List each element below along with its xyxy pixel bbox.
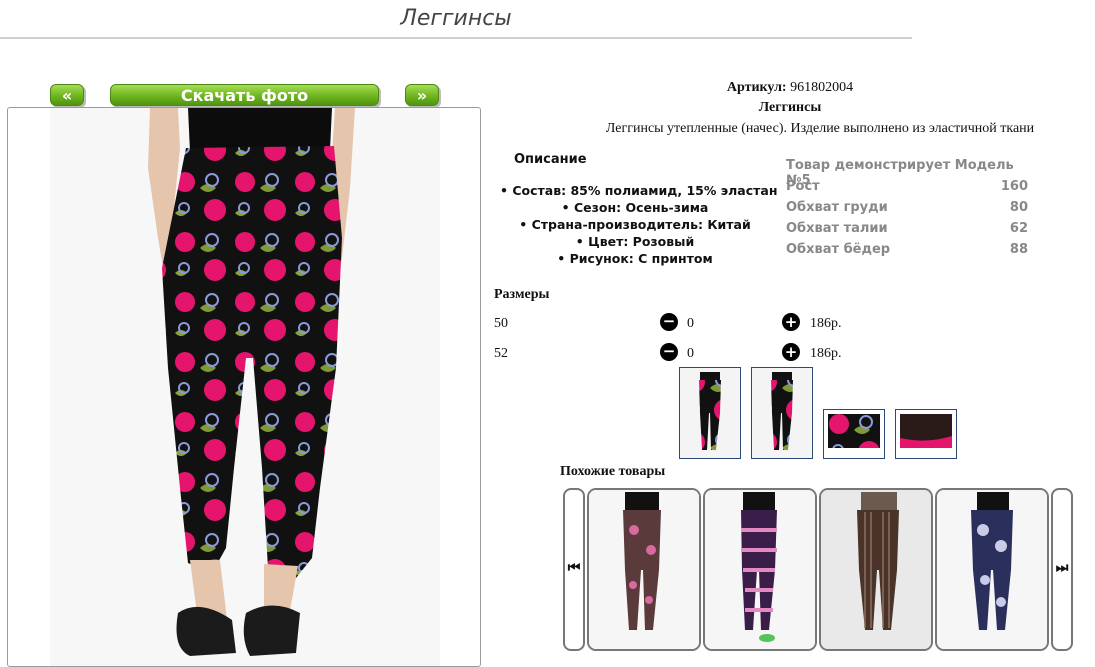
model-row-value: 88 bbox=[1009, 242, 1028, 257]
model-caption: Товар демонстрирует Модель №5 bbox=[786, 158, 1028, 188]
model-row-value: 62 bbox=[1009, 221, 1028, 236]
model-row-label: Обхват талии bbox=[786, 221, 888, 236]
carousel-prev-button[interactable]: ⏮ bbox=[563, 488, 585, 651]
next-photo-button[interactable]: » bbox=[405, 84, 439, 106]
skip-forward-icon: ⏭ bbox=[1055, 560, 1069, 576]
description-item: • Состав: 85% полиамид, 15% эластан bbox=[500, 183, 778, 198]
model-row-label: Рост bbox=[786, 179, 820, 194]
minus-circle-icon[interactable]: − bbox=[660, 313, 678, 331]
model-row: Обхват бёдер 88 bbox=[786, 242, 1028, 263]
sizes-heading: Размеры bbox=[494, 287, 550, 302]
similar-products-heading: Похожие товары bbox=[560, 464, 666, 479]
product-main-photo[interactable] bbox=[50, 108, 440, 667]
prev-photo-button[interactable]: « bbox=[50, 84, 84, 106]
plus-circle-icon[interactable]: + bbox=[782, 313, 800, 331]
similar-product-image bbox=[589, 490, 699, 649]
skip-back-icon: ⏮ bbox=[567, 560, 581, 576]
description-heading: Описание bbox=[514, 152, 587, 167]
sku-value: 961802004 bbox=[790, 80, 854, 95]
minus-circle-icon[interactable]: − bbox=[660, 343, 678, 361]
photo-thumbnail[interactable] bbox=[823, 409, 885, 459]
similar-product-image bbox=[937, 490, 1047, 649]
description-item: • Страна-производитель: Китай bbox=[519, 217, 751, 232]
model-row-label: Обхват груди bbox=[786, 200, 888, 215]
product-name: Леггинсы bbox=[758, 100, 822, 115]
carousel-next-button[interactable]: ⏭ bbox=[1051, 488, 1073, 651]
size-price: 186р. bbox=[810, 346, 842, 361]
model-row-value: 80 bbox=[1009, 200, 1028, 215]
description-item: • Рисунок: С принтом bbox=[557, 251, 713, 266]
model-row: Рост 160 bbox=[786, 179, 1028, 200]
photo-thumbnail[interactable] bbox=[751, 367, 813, 459]
model-row-value: 160 bbox=[1000, 179, 1028, 194]
size-price: 186р. bbox=[810, 316, 842, 331]
sku-label: Артикул: bbox=[726, 80, 787, 95]
size-row: 50 − 0 + 186р. bbox=[494, 313, 854, 335]
model-row: Обхват талии 62 bbox=[786, 221, 1028, 242]
sku-line: Артикул: 961802004 bbox=[490, 80, 1090, 96]
description-list: • Состав: 85% полиамид, 15% эластан • Се… bbox=[500, 182, 778, 267]
photo-thumbnail[interactable] bbox=[679, 367, 741, 459]
photo-thumbnail[interactable] bbox=[895, 409, 957, 459]
download-photo-button[interactable]: Скачать фото bbox=[110, 84, 379, 106]
similar-product-card[interactable] bbox=[935, 488, 1049, 651]
similar-product-card[interactable] bbox=[703, 488, 817, 651]
title-divider bbox=[0, 37, 912, 39]
size-label: 50 bbox=[494, 316, 508, 331]
similar-product-card[interactable] bbox=[819, 488, 933, 651]
description-item: • Сезон: Осень-зима bbox=[561, 200, 709, 215]
plus-circle-icon[interactable]: + bbox=[782, 343, 800, 361]
quantity-value: 0 bbox=[687, 316, 694, 331]
size-row: 52 − 0 + 186р. bbox=[494, 343, 854, 365]
similar-product-image bbox=[705, 490, 815, 649]
quantity-value: 0 bbox=[687, 346, 694, 361]
description-item: • Цвет: Розовый bbox=[575, 234, 695, 249]
size-label: 52 bbox=[494, 346, 508, 361]
main-photo-frame bbox=[7, 107, 481, 667]
page-title: Леггинсы bbox=[400, 6, 512, 31]
model-row-label: Обхват бёдер bbox=[786, 242, 891, 257]
similar-product-image bbox=[821, 490, 931, 649]
product-description: Леггинсы утепленные (начес). Изделие вып… bbox=[605, 121, 1035, 136]
model-row: Обхват груди 80 bbox=[786, 200, 1028, 221]
similar-product-card[interactable] bbox=[587, 488, 701, 651]
